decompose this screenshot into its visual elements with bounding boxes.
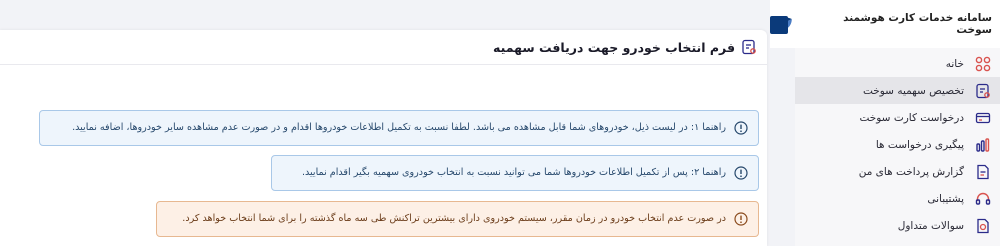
info-alert-1: راهنما ۱: در لیست ذیل، خودروهای شما قابل… [39, 110, 759, 146]
brand-header: سامانه خدمات کارت هوشمند سوخت [770, 0, 1000, 48]
sidebar-menu: خانه تخصیص سهمیه سوخت درخواست کارت سوخت [795, 50, 1000, 239]
alert-text: راهنما ۲: پس از تکمیل اطلاعات خودروها شم… [301, 166, 726, 178]
form-icon [974, 82, 992, 100]
bar-chart-icon [974, 136, 992, 154]
headset-icon [974, 190, 992, 208]
sidebar-item-label: خانه [945, 57, 964, 70]
sidebar-item-label: گزارش پرداخت های من [858, 165, 964, 178]
card-header: فرم انتخاب خودرو جهت دریافت سهمیه [0, 30, 767, 65]
warning-icon [734, 212, 748, 226]
info-alert-2: راهنما ۲: پس از تکمیل اطلاعات خودروها شم… [271, 155, 759, 191]
warning-alert: در صورت عدم انتخاب خودرو در زمان مقرر، س… [156, 201, 759, 237]
alert-text: راهنما ۱: در لیست ذیل، خودروهای شما قابل… [72, 121, 726, 133]
sidebar-item-payment-report[interactable]: گزارش پرداخت های من [795, 158, 1000, 185]
sidebar-item-faq[interactable]: سوالات متداول [795, 212, 1000, 239]
app-title: سامانه خدمات کارت هوشمند سوخت [843, 12, 992, 36]
sidebar-item-fuel-card-request[interactable]: درخواست کارت سوخت [795, 104, 1000, 131]
sidebar-item-home[interactable]: خانه [795, 50, 1000, 77]
question-doc-icon [974, 217, 992, 235]
sidebar-item-label: پیگیری درخواست ها [875, 138, 964, 151]
alert-text: در صورت عدم انتخاب خودرو در زمان مقرر، س… [182, 212, 726, 224]
info-icon [734, 166, 748, 180]
sidebar-item-support[interactable]: پشتیبانی [795, 185, 1000, 212]
sidebar-item-label: تخصیص سهمیه سوخت [862, 84, 964, 97]
form-icon [742, 39, 756, 55]
sidebar-item-label: پشتیبانی [927, 192, 964, 205]
sidebar-item-label: سوالات متداول [897, 219, 964, 232]
info-icon [734, 121, 748, 135]
document-icon [974, 163, 992, 181]
page-title: فرم انتخاب خودرو جهت دریافت سهمیه [493, 39, 735, 55]
brand-square [770, 16, 788, 34]
card-icon [974, 109, 992, 127]
sidebar-item-label: درخواست کارت سوخت [859, 111, 964, 124]
sidebar-item-fuel-quota[interactable]: تخصیص سهمیه سوخت [795, 77, 1000, 104]
sidebar-item-track-requests[interactable]: پیگیری درخواست ها [795, 131, 1000, 158]
sidebar: سامانه خدمات کارت هوشمند سوخت خانه تخصیص… [770, 0, 1000, 246]
main-card: فرم انتخاب خودرو جهت دریافت سهمیه راهنما… [0, 30, 767, 246]
grid-icon [974, 55, 992, 73]
